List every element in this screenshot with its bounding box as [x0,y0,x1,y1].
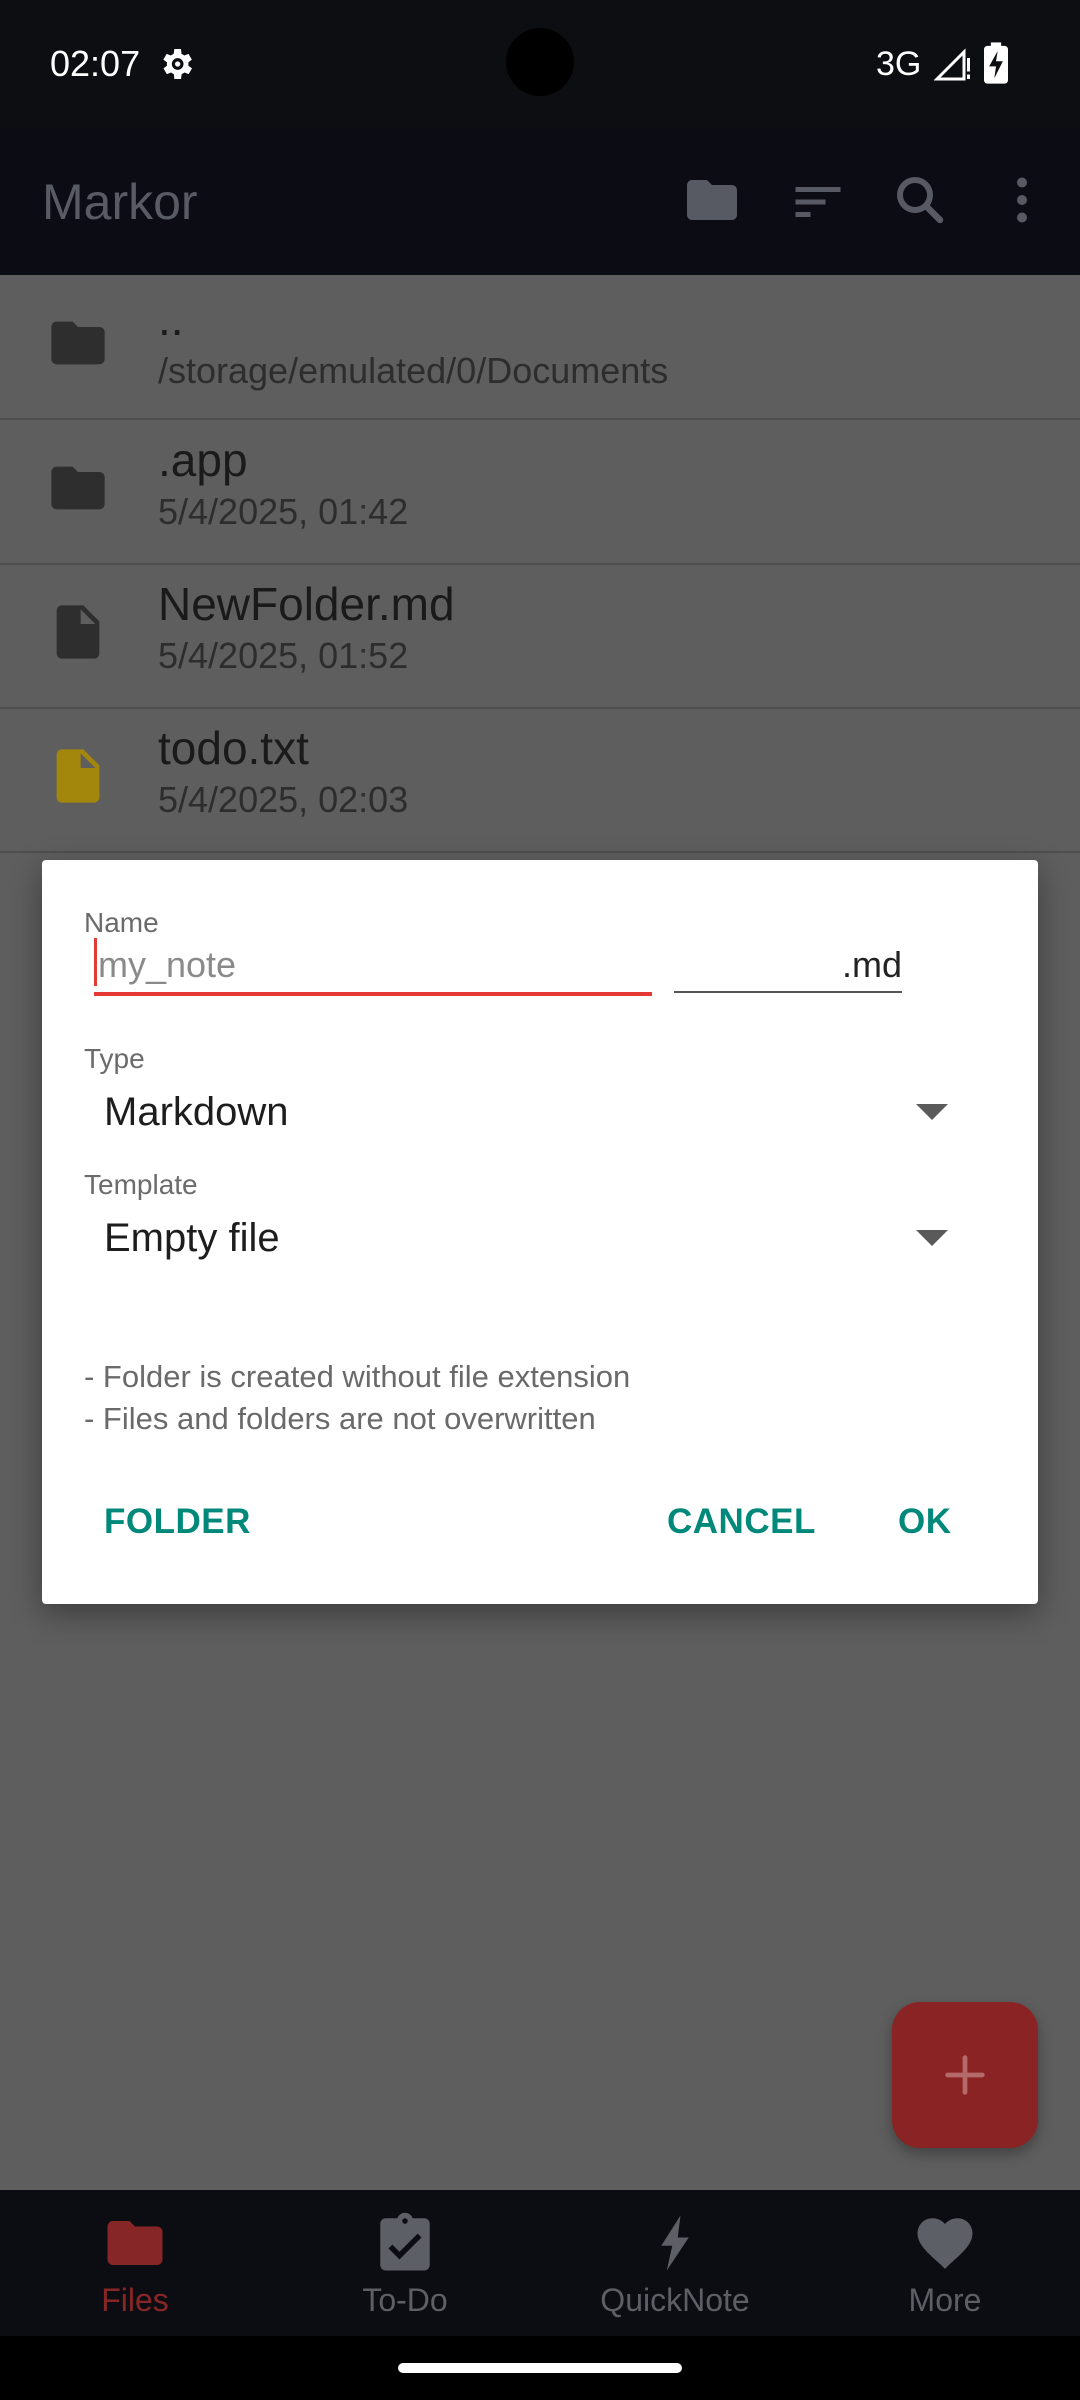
file-name: todo.txt [158,722,309,774]
app-title: Markor [42,174,198,230]
list-item[interactable]: todo.txt 5/4/2025, 02:03 [0,708,1080,853]
nav-label: Files [101,2282,169,2318]
search-icon[interactable] [890,170,950,230]
nav-item-todo[interactable]: To-Do [270,2190,540,2336]
folder-icon [51,321,105,365]
plus-icon [945,2055,985,2095]
battery-charging-icon [984,42,1008,84]
network-type: 3G [876,45,922,83]
folder-icon[interactable] [682,170,742,230]
gear-icon [163,49,192,79]
folder-icon [107,2221,163,2265]
file-subtitle: 5/4/2025, 02:03 [158,779,409,820]
lightning-icon [661,2215,689,2271]
template-label: Template [84,1169,198,1200]
extension-input-underline [674,991,902,993]
list-item[interactable]: NewFolder.md 5/4/2025, 01:52 [0,564,1080,709]
ok-button[interactable]: OK [898,1500,952,1544]
name-input[interactable] [94,938,652,992]
dropdown-arrow-icon [916,1230,948,1246]
more-vert-icon[interactable] [992,170,1052,230]
file-subtitle: /storage/emulated/0/Documents [158,350,669,391]
name-input-underline [94,992,652,996]
file-name: .. [158,293,184,345]
info-line: - Files and folders are not overwritten [84,1401,596,1436]
template-spinner[interactable]: Empty file [84,1210,984,1266]
todo-file-icon [56,749,100,803]
type-label: Type [84,1043,145,1074]
add-fab-button[interactable] [892,2002,1038,2148]
type-value: Markdown [104,1090,289,1134]
list-item[interactable]: .app 5/4/2025, 01:42 [0,420,1080,565]
text-cursor [94,938,97,986]
list-item[interactable]: .. /storage/emulated/0/Documents [0,275,1080,420]
sort-icon[interactable] [788,172,848,232]
nav-item-files[interactable]: Files [0,2190,270,2336]
camera-cutout [506,28,574,96]
name-label: Name [84,907,159,938]
nav-label: QuickNote [600,2282,750,2318]
nav-label: To-Do [362,2282,448,2318]
file-name: NewFolder.md [158,578,455,630]
file-subtitle: 5/4/2025, 01:52 [158,635,409,676]
nav-item-more[interactable]: More [810,2190,1080,2336]
folder-icon [51,466,105,510]
template-value: Empty file [104,1216,280,1260]
status-time: 02:07 [50,43,141,84]
heart-icon [917,2218,973,2269]
home-gesture-handle[interactable] [398,2363,682,2373]
folder-button[interactable]: FOLDER [104,1500,251,1544]
extension-input[interactable] [674,938,902,992]
dropdown-arrow-icon [916,1104,948,1120]
nav-label: More [908,2282,982,2318]
info-line: - Folder is created without file extensi… [84,1359,631,1394]
file-name: .app [158,434,248,486]
file-icon [56,605,100,659]
cancel-button[interactable]: CANCEL [667,1500,816,1544]
signal-icon [934,48,970,81]
file-subtitle: 5/4/2025, 01:42 [158,491,409,532]
type-spinner[interactable]: Markdown [84,1084,984,1140]
nav-item-quicknote[interactable]: QuickNote [540,2190,810,2336]
clipboard-check-icon [380,2212,430,2271]
